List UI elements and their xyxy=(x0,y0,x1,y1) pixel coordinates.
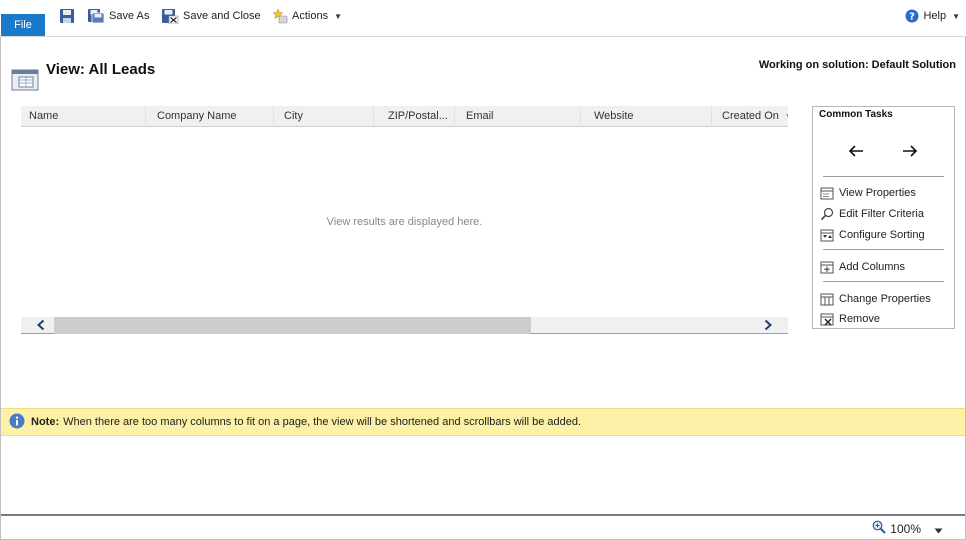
move-right-arrow-icon[interactable] xyxy=(901,144,919,161)
task-label: View Properties xyxy=(839,187,916,199)
task-label: Add Columns xyxy=(839,261,906,273)
column-header[interactable]: Email xyxy=(458,106,581,127)
svg-text:?: ? xyxy=(910,12,916,23)
view-properties-icon xyxy=(820,187,834,200)
note-bar: Note: When there are too many columns to… xyxy=(1,408,965,436)
configure-sorting-link[interactable]: Configure Sorting xyxy=(820,227,925,243)
remove-link[interactable]: Remove xyxy=(820,311,880,327)
zoom-level: 100% xyxy=(890,521,921,536)
actions-label: Actions xyxy=(292,10,329,22)
help-menu[interactable]: ? Help ▼ xyxy=(905,6,960,26)
scrollbar-thumb[interactable] xyxy=(54,317,531,334)
filter-icon xyxy=(820,207,834,221)
grid-empty-message: View results are displayed here. xyxy=(326,216,483,228)
note-label: Note: xyxy=(31,416,60,428)
task-label: Change Properties xyxy=(839,293,931,305)
task-label: Configure Sorting xyxy=(839,229,925,241)
column-header[interactable]: City xyxy=(276,106,374,127)
save-close-label: Save and Close xyxy=(183,10,261,22)
move-left-arrow-icon[interactable] xyxy=(847,144,865,161)
common-tasks-panel: Common Tasks View Properties Edit Filter… xyxy=(812,106,955,329)
view-grid: Name Company Name City ZIP/Postal... Ema… xyxy=(21,106,788,335)
column-header-created-on[interactable]: Created On ▼ xyxy=(714,106,788,127)
column-header[interactable]: Company Name xyxy=(149,106,274,127)
divider xyxy=(823,281,944,282)
view-properties-link[interactable]: View Properties xyxy=(820,185,916,201)
note-text: When there are too many columns to fit o… xyxy=(63,416,582,428)
task-label: Edit Filter Criteria xyxy=(839,208,924,220)
status-bar: 100% xyxy=(1,514,965,539)
scroll-right-icon[interactable] xyxy=(763,319,773,334)
view-icon xyxy=(11,66,39,95)
chevron-down-icon: ▼ xyxy=(952,11,960,21)
change-properties-link[interactable]: Change Properties xyxy=(820,291,931,307)
common-tasks-title: Common Tasks xyxy=(819,109,893,120)
help-label: Help xyxy=(923,10,947,22)
file-tab[interactable]: File xyxy=(1,14,45,36)
zoom-control[interactable]: 100% xyxy=(872,520,921,537)
save-close-icon xyxy=(161,8,179,24)
info-icon xyxy=(9,413,25,432)
column-header[interactable]: Name xyxy=(21,106,146,127)
grid-header: Name Company Name City ZIP/Postal... Ema… xyxy=(21,106,788,127)
edit-filter-criteria-link[interactable]: Edit Filter Criteria xyxy=(820,206,924,222)
divider xyxy=(823,249,944,250)
remove-icon xyxy=(820,313,834,326)
save-button[interactable] xyxy=(59,6,75,26)
add-columns-icon xyxy=(820,261,834,274)
column-header-label: Created On xyxy=(722,110,779,122)
help-icon: ? xyxy=(905,9,919,23)
save-and-close-button[interactable]: Save and Close xyxy=(161,6,261,26)
page-title: View: All Leads xyxy=(46,61,156,78)
actions-menu[interactable]: Actions ▼ xyxy=(272,6,342,26)
change-properties-icon xyxy=(820,293,834,306)
horizontal-scrollbar[interactable] xyxy=(21,317,788,334)
scroll-left-icon[interactable] xyxy=(36,319,46,334)
solution-label: Working on solution: Default Solution xyxy=(758,59,956,71)
add-columns-link[interactable]: Add Columns xyxy=(820,259,905,275)
column-header[interactable]: ZIP/Postal... xyxy=(380,106,455,127)
sort-descending-icon: ▼ xyxy=(785,112,788,121)
ribbon: File Save As Save and Close Actions ▼ ? … xyxy=(0,0,966,37)
save-as-button[interactable]: Save As xyxy=(87,6,149,26)
actions-icon xyxy=(272,8,288,24)
chevron-down-icon: ▼ xyxy=(334,11,342,21)
sorting-icon xyxy=(820,229,834,242)
save-as-label: Save As xyxy=(109,10,150,22)
column-header[interactable]: Website xyxy=(586,106,712,127)
save-as-icon xyxy=(87,8,105,24)
zoom-icon xyxy=(872,520,887,537)
task-label: Remove xyxy=(839,313,880,325)
divider xyxy=(823,176,944,177)
save-icon xyxy=(59,8,75,24)
chevron-down-icon[interactable] xyxy=(934,525,943,537)
